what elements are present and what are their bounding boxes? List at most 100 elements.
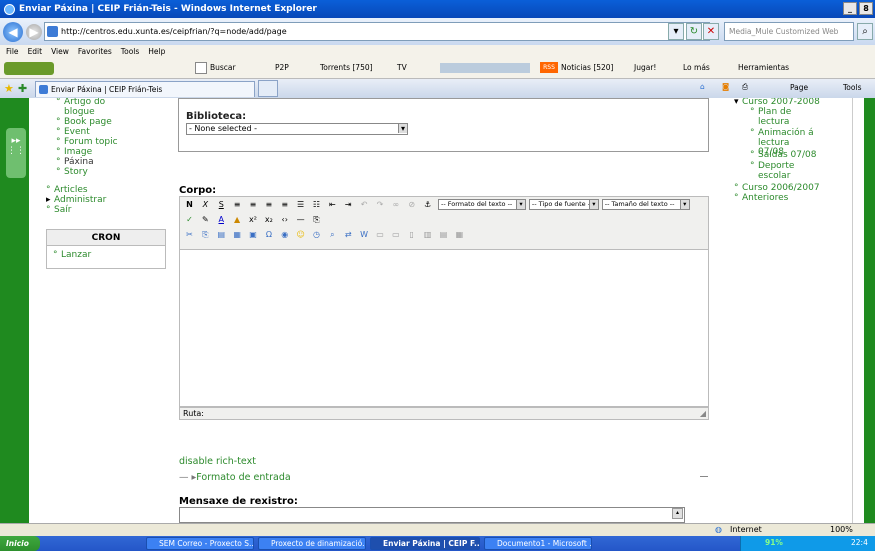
image-icon[interactable]: ▣ <box>248 229 259 240</box>
highlight-icon[interactable]: ▲ <box>232 214 243 225</box>
copy-icon[interactable]: ⎘ <box>200 229 211 240</box>
noticias-button[interactable]: Noticias [520] <box>561 63 614 72</box>
nav-story[interactable]: Story <box>56 167 88 178</box>
link-icon[interactable]: ∞ <box>390 199 401 210</box>
editor-body[interactable] <box>179 250 709 407</box>
sidebar-toggle-handle[interactable]: ▸▸ ⋮⋮ <box>6 128 26 178</box>
undo-icon[interactable]: ↶ <box>359 199 370 210</box>
preview-icon[interactable]: ⎘ <box>311 214 322 225</box>
split-icon[interactable]: ▤ <box>438 229 449 240</box>
back-button[interactable]: ◀ <box>3 21 23 42</box>
buscar-button[interactable]: Buscar <box>210 63 236 72</box>
lomas-button[interactable]: Lo más <box>683 63 710 72</box>
menu-help[interactable]: Help <box>148 47 165 56</box>
outdent-icon[interactable]: ⇤ <box>327 199 338 210</box>
radio-player[interactable] <box>440 63 530 73</box>
flash-icon[interactable]: ◉ <box>279 229 290 240</box>
page-scrollbar[interactable] <box>852 98 864 523</box>
lanzar-link[interactable]: ° Lanzar <box>53 250 91 260</box>
unlink-icon[interactable]: ⊘ <box>406 199 417 210</box>
tipo-fuente-select[interactable]: -- Tipo de fuente -- ▾ <box>528 199 599 210</box>
bold-button[interactable]: N <box>184 199 195 210</box>
taskbar-item-proxecto[interactable]: Proxecto de dinamizació... <box>258 537 366 550</box>
menu-tools[interactable]: Tools <box>121 47 139 56</box>
biblioteca-select[interactable]: - None selected - ▾ <box>186 123 408 135</box>
indent-icon[interactable]: ⇥ <box>343 199 354 210</box>
p2p-button[interactable]: P2P <box>275 63 289 72</box>
align-left-icon[interactable]: ≡ <box>232 199 243 210</box>
zoom-level[interactable]: 100% <box>830 525 853 534</box>
jugar-button[interactable]: Jugar! <box>634 63 656 72</box>
taskbar-item-documento[interactable]: Documento1 - Microsoft ... <box>484 537 592 550</box>
address-dropdown-button[interactable]: ▾ <box>668 23 684 40</box>
find-icon[interactable]: ⌕ <box>327 229 338 240</box>
refresh-icon[interactable]: ↻ <box>686 23 702 40</box>
print-icon[interactable]: ⎙ <box>742 82 748 92</box>
tv-button[interactable]: TV <box>397 63 407 72</box>
redo-icon[interactable]: ↷ <box>375 199 386 210</box>
add-favorite-icon[interactable]: ✚ <box>18 82 27 95</box>
clean-icon[interactable]: ✎ <box>200 214 211 225</box>
nav-sair[interactable]: Saír <box>46 205 72 216</box>
merge-icon[interactable]: ▥ <box>422 229 433 240</box>
tab-enviar-paxina[interactable]: Enviar Páxina | CEIP Frián-Teis <box>35 81 255 97</box>
menu-edit[interactable]: Edit <box>28 47 43 56</box>
nav-deporte[interactable]: Deporte escolar <box>750 161 808 181</box>
subscript-icon[interactable]: x₂ <box>263 214 274 225</box>
nav-plan-lectura[interactable]: Plan de lectura <box>750 107 814 127</box>
search-icon[interactable]: ⌕ <box>857 23 873 40</box>
resize-handle-icon[interactable]: ◢ <box>700 408 706 419</box>
layer-icon[interactable]: ▭ <box>375 229 386 240</box>
nav-saidas[interactable]: Saídas 07/08 <box>750 150 817 161</box>
menu-favorites[interactable]: Favorites <box>78 47 112 56</box>
taskbar-item-correo[interactable]: SEM Correo - Proxecto S... <box>146 537 254 550</box>
taskbar-item-enviar[interactable]: Enviar Páxina | CEIP F... <box>370 537 480 550</box>
underline-button[interactable]: S <box>216 199 227 210</box>
search-input[interactable]: Media_Mule Customized Web Search <box>724 22 854 53</box>
smiley-icon[interactable]: ☺ <box>295 229 306 240</box>
minimize-button[interactable]: _ <box>843 2 857 15</box>
spellcheck-icon[interactable]: ✓ <box>184 214 195 225</box>
menu-view[interactable]: View <box>51 47 69 56</box>
scroll-up-button[interactable]: ▴ <box>672 508 683 519</box>
disable-rich-text-link[interactable]: disable rich-text <box>179 456 256 467</box>
herramientas-button[interactable]: Herramientas <box>738 63 789 72</box>
toolbar-search-field[interactable] <box>195 62 207 74</box>
formato-entrada-toggle[interactable]: — ▸Formato de entrada <box>179 472 291 483</box>
maximize-button[interactable]: 8 <box>859 2 873 15</box>
cell-props-icon[interactable]: ▦ <box>454 229 465 240</box>
nav-artigo-blogue[interactable]: Artigo do blogue <box>56 98 114 117</box>
formato-texto-select[interactable]: -- Formato del texto -- ▾ <box>438 199 526 210</box>
paste-word-icon[interactable]: W <box>359 229 370 240</box>
menu-file[interactable]: File <box>6 47 19 56</box>
row-icon[interactable]: ▭ <box>390 229 401 240</box>
superscript-icon[interactable]: x² <box>248 214 259 225</box>
anchor-icon[interactable]: ⚓ <box>422 199 433 210</box>
replace-icon[interactable]: ⇄ <box>343 229 354 240</box>
col-icon[interactable]: ▯ <box>406 229 417 240</box>
table-icon[interactable]: ▦ <box>232 229 243 240</box>
number-list-icon[interactable]: ☷ <box>311 199 322 210</box>
html-icon[interactable]: ‹› <box>279 214 290 225</box>
bullet-list-icon[interactable]: ☰ <box>295 199 306 210</box>
italic-button[interactable]: X <box>200 199 211 210</box>
hr-icon[interactable]: — <box>295 214 306 225</box>
torrents-button[interactable]: Torrents [750] <box>320 63 373 72</box>
tools-menu[interactable]: Tools <box>843 83 861 92</box>
align-center-icon[interactable]: ≡ <box>248 199 259 210</box>
align-right-icon[interactable]: ≡ <box>263 199 274 210</box>
cut-icon[interactable]: ✂ <box>184 229 195 240</box>
new-tab-button[interactable] <box>258 80 278 97</box>
home-icon[interactable]: ⌂ <box>700 82 705 91</box>
nav-anteriores[interactable]: Anteriores <box>734 193 788 204</box>
forward-button[interactable]: ▶ <box>26 23 42 40</box>
feeds-icon[interactable]: ◙ <box>722 82 729 91</box>
address-bar[interactable]: http://centros.edu.xunta.es/ceipfrian/?q… <box>44 22 710 41</box>
favorites-star-icon[interactable]: ★ <box>4 82 14 95</box>
align-justify-icon[interactable]: ≡ <box>279 199 290 210</box>
page-menu[interactable]: Page <box>790 83 808 92</box>
paste-icon[interactable]: ▤ <box>216 229 227 240</box>
clock-icon[interactable]: ◷ <box>311 229 322 240</box>
font-color-icon[interactable]: A <box>216 214 227 225</box>
tamano-texto-select[interactable]: -- Tamaño del texto -- ▾ <box>601 199 690 210</box>
